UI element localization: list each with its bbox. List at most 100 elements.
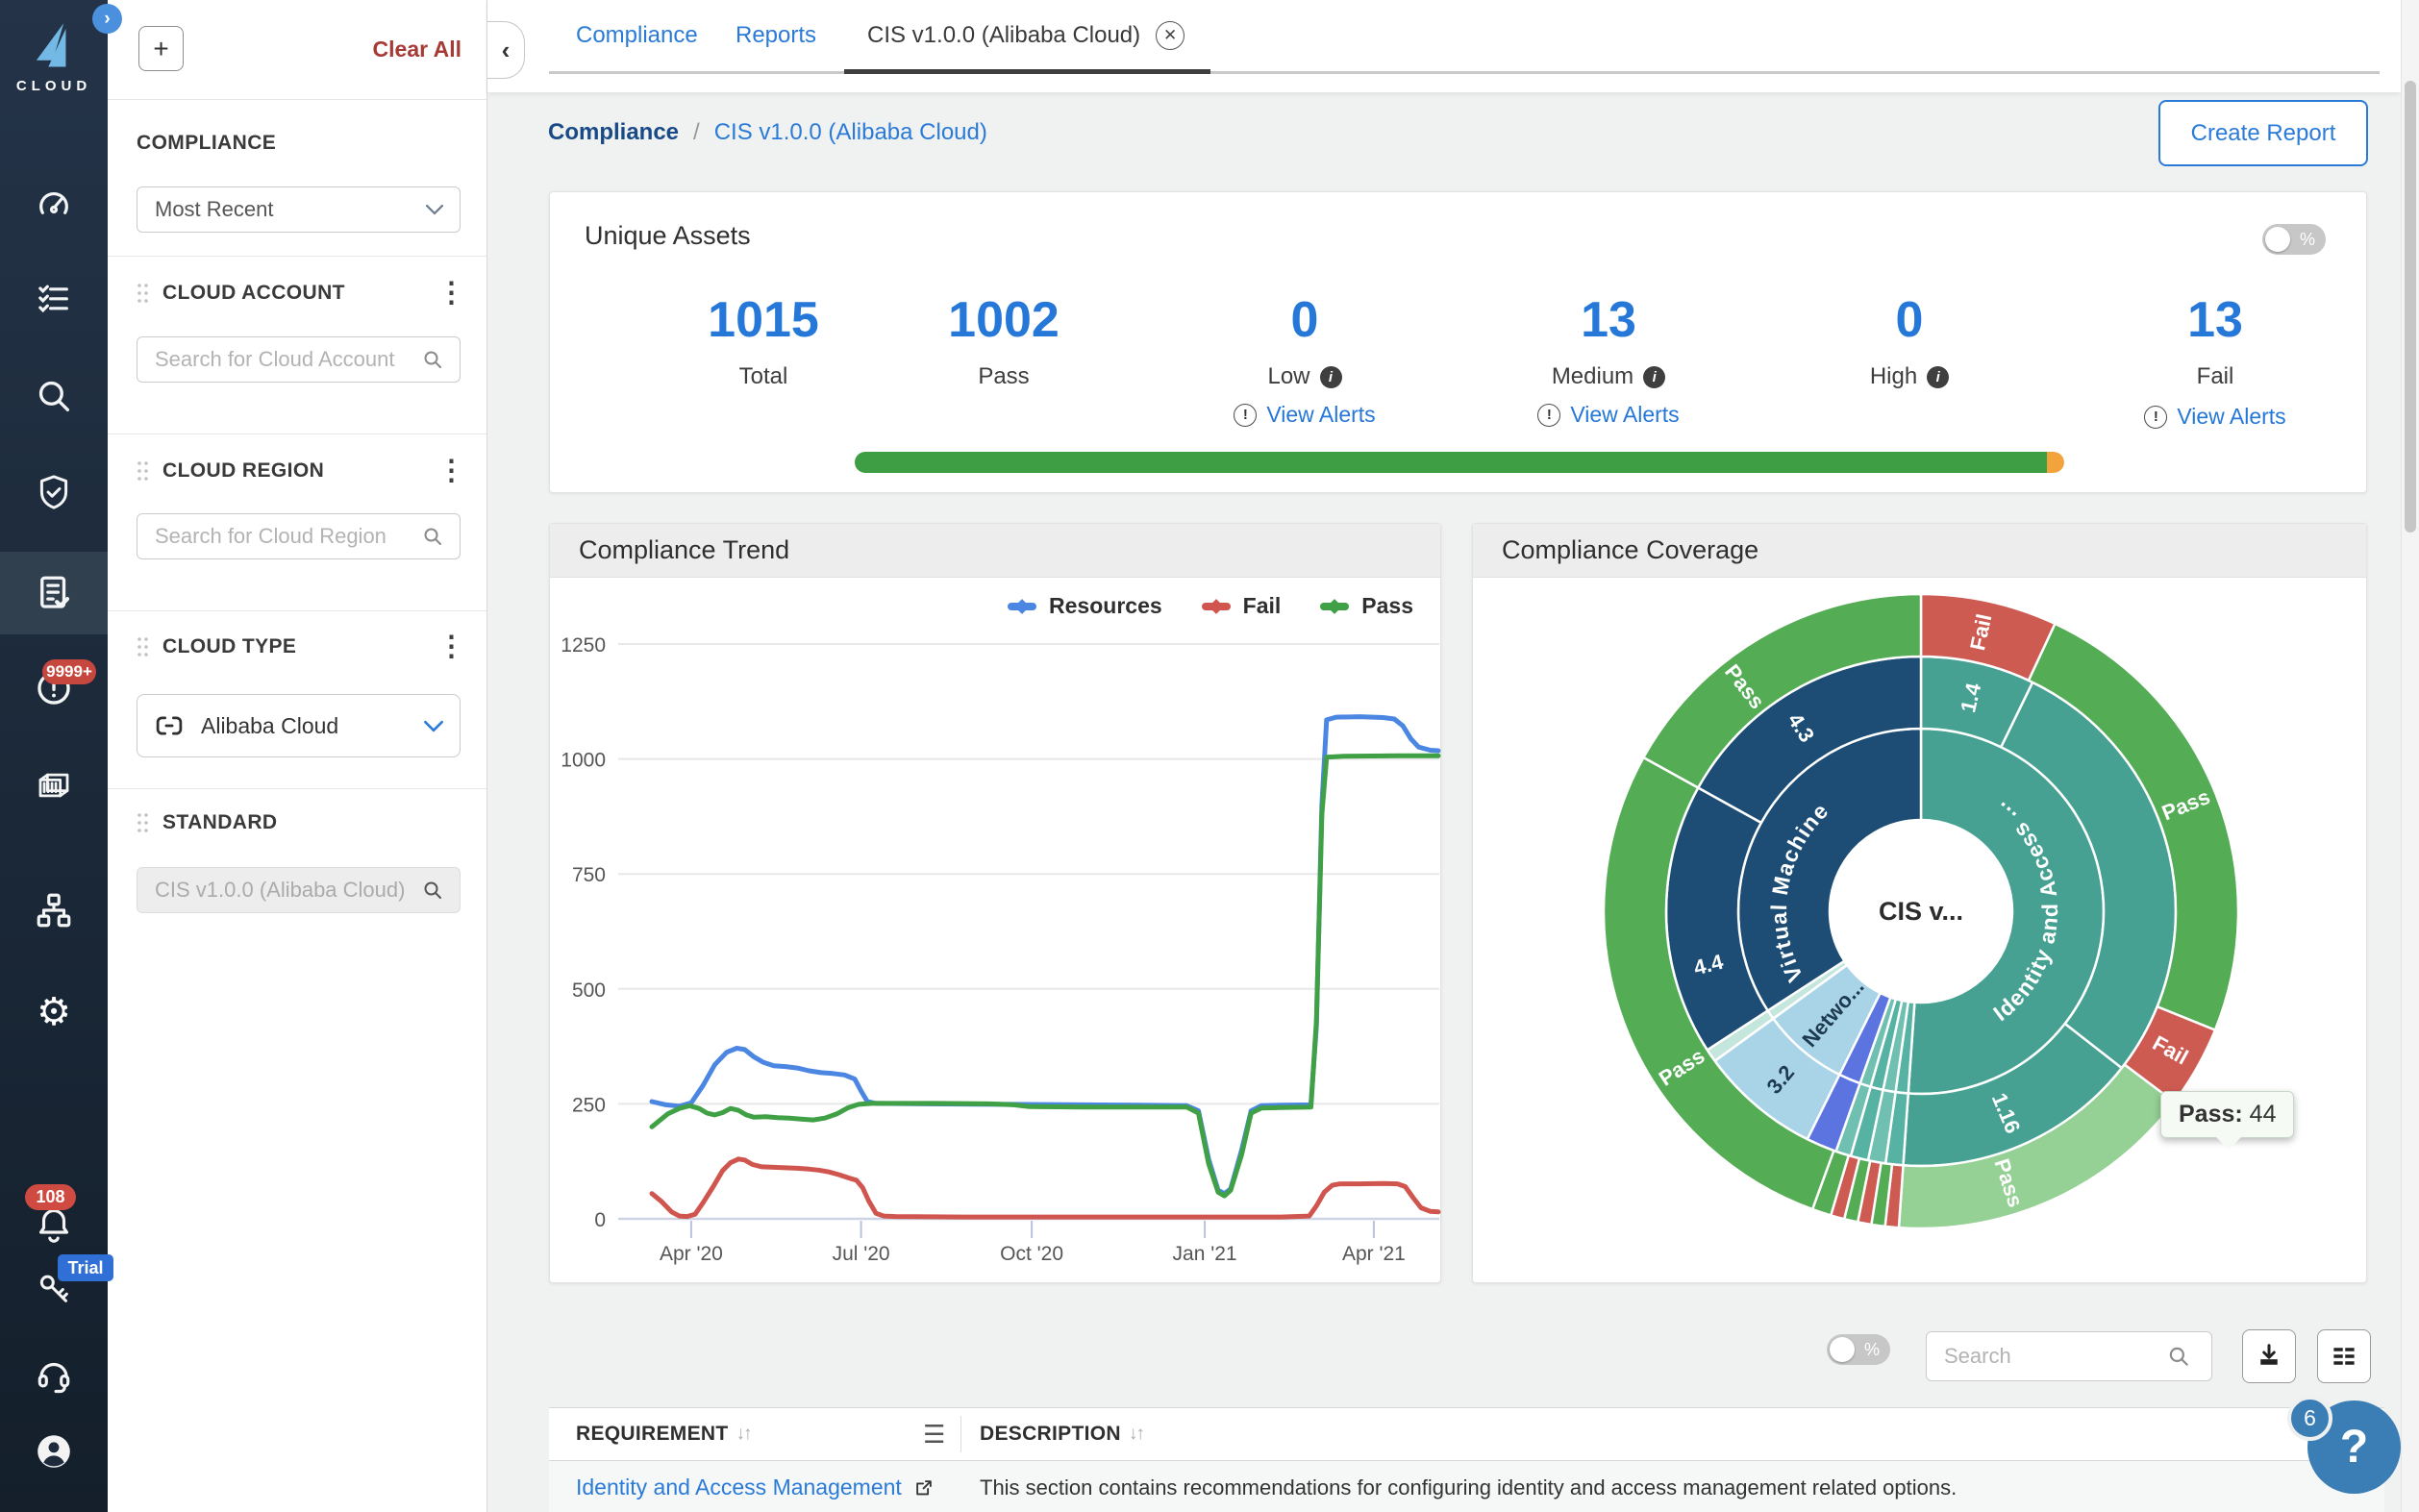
divider (108, 788, 486, 789)
sidebar-item-dashboard[interactable] (0, 163, 108, 246)
tab-bar: Compliance Reports CIS v1.0.0 (Alibaba C… (487, 0, 2401, 92)
tab-reports[interactable]: Reports (736, 0, 816, 71)
sidebar-item-user[interactable] (0, 1410, 108, 1493)
drag-handle-icon[interactable] (137, 460, 149, 482)
breadcrumb-compliance[interactable]: Compliance (548, 119, 679, 146)
search-icon (421, 348, 444, 371)
view-alerts-link[interactable]: !View Alerts (1170, 402, 1439, 428)
download-button[interactable] (2242, 1329, 2296, 1383)
drag-handle-icon[interactable] (137, 283, 149, 304)
breadcrumb: Compliance / CIS v1.0.0 (Alibaba Cloud) (548, 119, 987, 146)
progress-fail-segment (2047, 452, 2064, 473)
help-notification-badge: 6 (2287, 1396, 2332, 1441)
unique-assets-card: Unique Assets % 1015 Total 1002 Pass 0 L… (549, 191, 2367, 493)
stat-medium: 13 Mediumi !View Alerts (1474, 292, 1743, 428)
filter-group-label: COMPLIANCE (137, 132, 276, 155)
cloud-type-select[interactable]: Alibaba Cloud (137, 694, 461, 757)
column-header-requirement[interactable]: REQUIREMENT ↓↑ (576, 1408, 750, 1460)
trend-chart-svg: 025050075010001250Apr '20Jul '20Oct '20J… (550, 524, 1442, 1284)
sidebar-item-network-topology[interactable] (0, 869, 108, 952)
columns-icon (2330, 1342, 2358, 1371)
stat-high: 0 Highi (1775, 292, 2044, 390)
stat-value: 13 (1474, 292, 1743, 348)
section-menu-icon[interactable]: ⋮ (437, 633, 465, 661)
bell-icon (34, 1205, 74, 1246)
column-divider (960, 1416, 961, 1452)
headset-icon (34, 1354, 74, 1395)
shield-check-icon (34, 472, 74, 512)
toggle-knob (2265, 227, 2290, 252)
tab-underline-track (549, 71, 2380, 74)
cloud-account-search-input[interactable] (137, 336, 461, 383)
logo-text: CLOUD (0, 78, 108, 94)
sidebar-item-settings[interactable]: ⚙ (0, 971, 108, 1053)
tab-cis-standard[interactable]: CIS v1.0.0 (Alibaba Cloud) ✕ (867, 0, 1185, 71)
sidebar-item-containers[interactable] (0, 744, 108, 827)
search-icon (2166, 1344, 2191, 1369)
svg-text:1000: 1000 (561, 750, 606, 772)
card-header: Compliance Coverage (1473, 524, 2366, 578)
breadcrumb-current[interactable]: CIS v1.0.0 (Alibaba Cloud) (714, 119, 987, 146)
stat-label: Fail (2081, 363, 2350, 390)
scrollbar-thumb[interactable] (2405, 81, 2416, 533)
sidebar-item-compliance[interactable] (0, 552, 108, 634)
column-header-description[interactable]: DESCRIPTION ↓↑ (980, 1408, 1143, 1460)
column-menu-icon[interactable]: ☰ (923, 1408, 945, 1460)
legend-item-resources[interactable]: Resources (1005, 593, 1162, 619)
requirement-link[interactable]: Identity and Access Management (576, 1461, 935, 1512)
legend-item-fail[interactable]: Fail (1199, 593, 1282, 619)
app-logo[interactable]: CLOUD (0, 21, 108, 94)
table-header: REQUIREMENT ↓↑ ☰ DESCRIPTION ↓↑ (549, 1407, 2384, 1461)
results-percent-toggle[interactable]: % (1827, 1334, 1890, 1365)
clear-all-filters-link[interactable]: Clear All (373, 37, 461, 62)
download-icon (2255, 1342, 2283, 1371)
legend-item-pass[interactable]: Pass (1317, 593, 1413, 619)
section-menu-icon[interactable]: ⋮ (437, 280, 465, 308)
view-alerts-link[interactable]: !View Alerts (2081, 404, 2350, 430)
svg-text:Apr '21: Apr '21 (1342, 1243, 1406, 1265)
svg-text:Oct '20: Oct '20 (1000, 1243, 1063, 1265)
sidebar-item-security-shield[interactable] (0, 451, 108, 533)
add-filter-button[interactable]: + (138, 26, 184, 71)
info-icon[interactable]: i (1320, 366, 1342, 388)
stat-low: 0 Lowi !View Alerts (1170, 292, 1439, 428)
app-root: CLOUD 9999+ (0, 0, 2419, 1512)
drag-handle-icon[interactable] (137, 636, 149, 657)
collapse-filters-button[interactable]: ‹ (487, 21, 525, 79)
gear-icon: ⚙ (37, 993, 71, 1031)
alibaba-cloud-icon (155, 713, 184, 738)
create-report-button[interactable]: Create Report (2158, 100, 2368, 166)
sidebar-item-support[interactable] (0, 1333, 108, 1416)
page-scrollbar[interactable] (2401, 0, 2419, 1512)
info-icon[interactable]: i (1643, 366, 1665, 388)
tab-compliance[interactable]: Compliance (576, 0, 698, 71)
close-tab-icon[interactable]: ✕ (1156, 21, 1185, 50)
percent-toggle[interactable]: % (2262, 224, 2326, 255)
stat-label: Total (629, 363, 898, 390)
cloud-region-search-input[interactable] (137, 513, 461, 559)
drag-handle-icon[interactable] (137, 812, 149, 833)
sort-icon[interactable]: ↓↑ (1129, 1424, 1143, 1445)
standard-search-input[interactable] (137, 867, 461, 913)
sidebar-item-search[interactable] (0, 355, 108, 437)
search-icon (421, 525, 444, 548)
sort-order-value: Most Recent (155, 197, 274, 222)
sunburst-chart-svg: Identity and Access ...Netwo...Virtual M… (1473, 578, 2368, 1284)
info-icon[interactable]: i (1927, 366, 1949, 388)
user-avatar-icon (34, 1431, 74, 1472)
alert-circle-icon: ! (1537, 404, 1560, 427)
tab-active-underline (844, 69, 1210, 74)
view-alerts-link[interactable]: !View Alerts (1474, 402, 1743, 428)
requirements-table: REQUIREMENT ↓↑ ☰ DESCRIPTION ↓↑ Identity… (549, 1407, 2384, 1512)
sidebar-item-checklist[interactable] (0, 257, 108, 339)
logo-icon (27, 21, 81, 71)
svg-text:CIS v...: CIS v... (1879, 897, 1963, 926)
divider (108, 610, 486, 611)
expand-panel-button[interactable]: › (92, 4, 122, 34)
section-menu-icon[interactable]: ⋮ (437, 458, 465, 485)
stat-total: 1015 Total (629, 292, 898, 390)
table-columns-button[interactable] (2317, 1329, 2371, 1383)
sort-icon[interactable]: ↓↑ (736, 1424, 750, 1445)
stat-label: Pass (869, 363, 1138, 390)
sort-order-select[interactable]: Most Recent (137, 186, 461, 233)
